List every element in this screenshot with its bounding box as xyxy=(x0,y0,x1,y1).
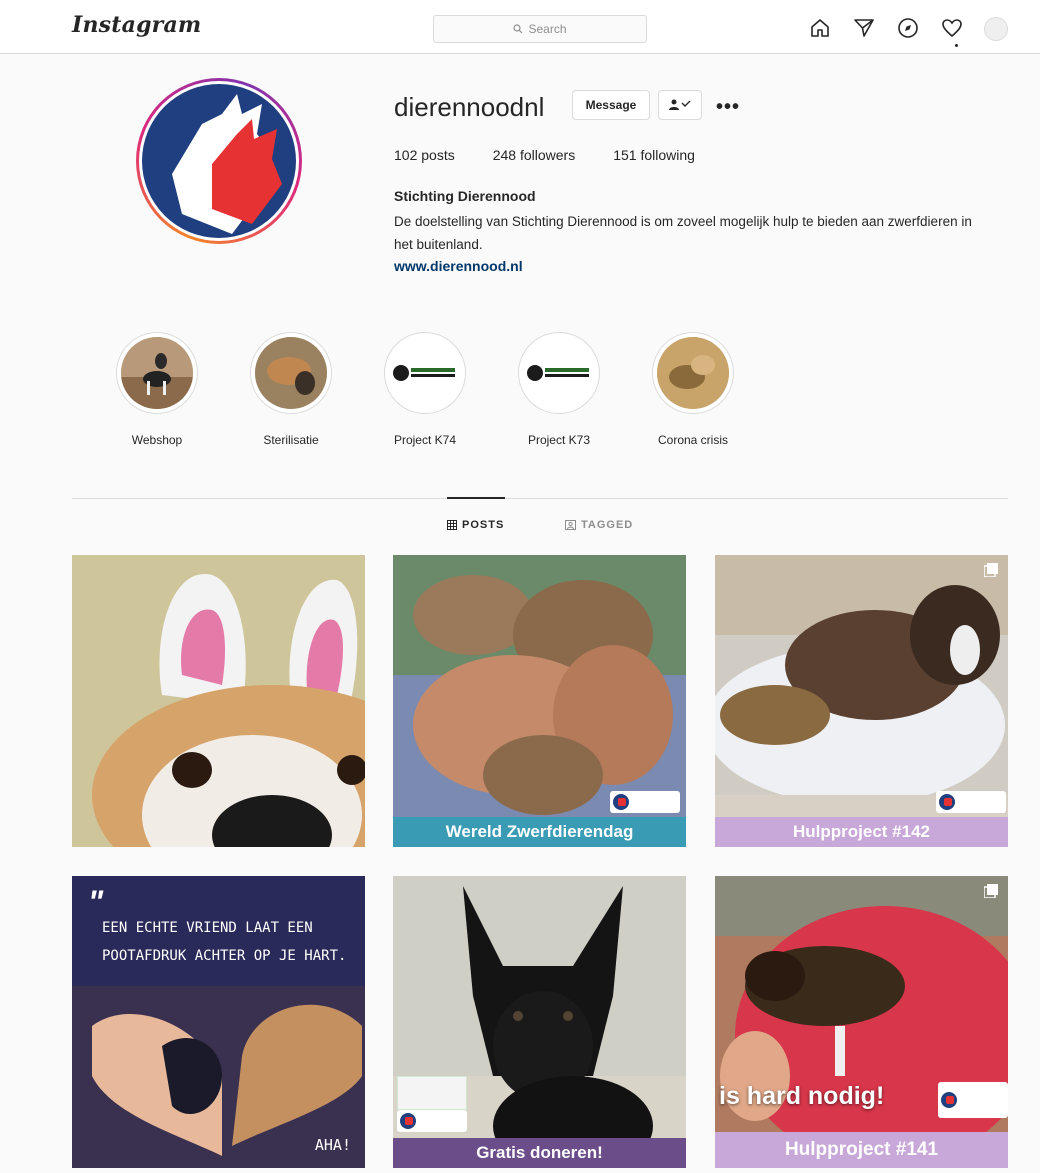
profile-bio: De doelstelling van Stichting Dierennood… xyxy=(394,214,972,252)
post-tile[interactable]: Wereld Zwerfdierendag xyxy=(393,555,686,847)
brand-logo-badge xyxy=(938,1082,1008,1118)
post-caption: Wereld Zwerfdierendag xyxy=(393,817,686,847)
user-check-icon xyxy=(669,99,691,110)
brand-logo-badge xyxy=(936,791,1006,813)
story-highlights: Webshop Sterilisatie Project K74 Project… xyxy=(116,332,734,447)
activity-indicator-dot xyxy=(955,44,958,47)
search-icon xyxy=(513,24,523,34)
highlight-sterilisatie[interactable]: Sterilisatie xyxy=(250,332,332,447)
profile-stats: 102 posts 248 followers 151 following xyxy=(394,147,695,163)
following-button[interactable] xyxy=(658,90,702,120)
highlight-project-k74[interactable]: Project K74 xyxy=(384,332,466,447)
highlight-project-k73[interactable]: Project K73 xyxy=(518,332,600,447)
post-tile[interactable] xyxy=(72,555,365,847)
highlight-cover xyxy=(523,337,595,409)
search-input[interactable]: Search xyxy=(433,15,647,43)
options-more-icon[interactable]: ••• xyxy=(716,96,740,119)
multiple-photos-icon xyxy=(984,884,998,898)
green-badge xyxy=(397,1076,467,1110)
post-caption: Gratis doneren! xyxy=(393,1138,686,1168)
explore-icon[interactable] xyxy=(896,16,920,40)
post-tile[interactable]: is hard nodig! Hulpproject #141 xyxy=(715,876,1008,1168)
profile-full-name: Stichting Dierennood xyxy=(394,188,536,204)
post-image xyxy=(72,555,365,847)
post-tile[interactable]: Hulpproject #142 xyxy=(715,555,1008,847)
profile-website-link[interactable]: www.dierennood.nl xyxy=(394,258,523,274)
brand-logo-badge xyxy=(610,791,680,813)
tagged-icon xyxy=(565,520,576,530)
brand-logo-badge xyxy=(397,1110,467,1132)
grid-icon xyxy=(447,520,457,530)
post-image xyxy=(715,876,1008,1168)
activity-heart-icon[interactable] xyxy=(940,16,964,40)
post-caption: Hulpproject #141 xyxy=(715,1132,1008,1168)
post-tile[interactable]: Gratis doneren! xyxy=(393,876,686,1168)
highlight-cover xyxy=(255,337,327,409)
tabs-divider xyxy=(72,498,1008,499)
multiple-photos-icon xyxy=(984,563,998,577)
home-icon[interactable] xyxy=(808,16,832,40)
post-overlay-text: is hard nodig! xyxy=(719,1082,885,1110)
direct-icon[interactable] xyxy=(852,16,876,40)
highlight-cover xyxy=(389,337,461,409)
highlight-cover xyxy=(121,337,193,409)
top-nav-bar: Instagram Search xyxy=(0,0,1040,54)
tab-posts[interactable]: POSTS xyxy=(447,519,504,531)
posts-count: 102 posts xyxy=(394,147,455,163)
following-link[interactable]: 151 following xyxy=(613,147,695,163)
instagram-logo[interactable]: Instagram xyxy=(72,12,201,38)
quote-mark: " xyxy=(88,884,104,920)
profile-username: dierennoodnl xyxy=(394,92,545,122)
search-placeholder: Search xyxy=(528,22,567,36)
profile-avatar-icon[interactable] xyxy=(984,17,1008,41)
message-button[interactable]: Message xyxy=(572,90,650,120)
post-caption: Hulpproject #142 xyxy=(715,817,1008,847)
followers-link[interactable]: 248 followers xyxy=(493,147,576,163)
profile-picture xyxy=(142,84,296,238)
post-signature: AHA! xyxy=(314,1136,351,1154)
highlight-webshop[interactable]: Webshop xyxy=(116,332,198,447)
post-quote-text: Een echte vriend laat een pootafdruk ach… xyxy=(102,920,347,964)
nav-icons xyxy=(808,16,1008,41)
highlight-cover xyxy=(657,337,729,409)
tab-tagged[interactable]: TAGGED xyxy=(565,519,633,531)
active-tab-indicator xyxy=(447,497,505,499)
highlight-corona-crisis[interactable]: Corona crisis xyxy=(652,332,734,447)
profile-avatar-ring[interactable] xyxy=(136,78,302,244)
post-tile[interactable]: " Een echte vriend laat een pootafdruk a… xyxy=(72,876,365,1168)
